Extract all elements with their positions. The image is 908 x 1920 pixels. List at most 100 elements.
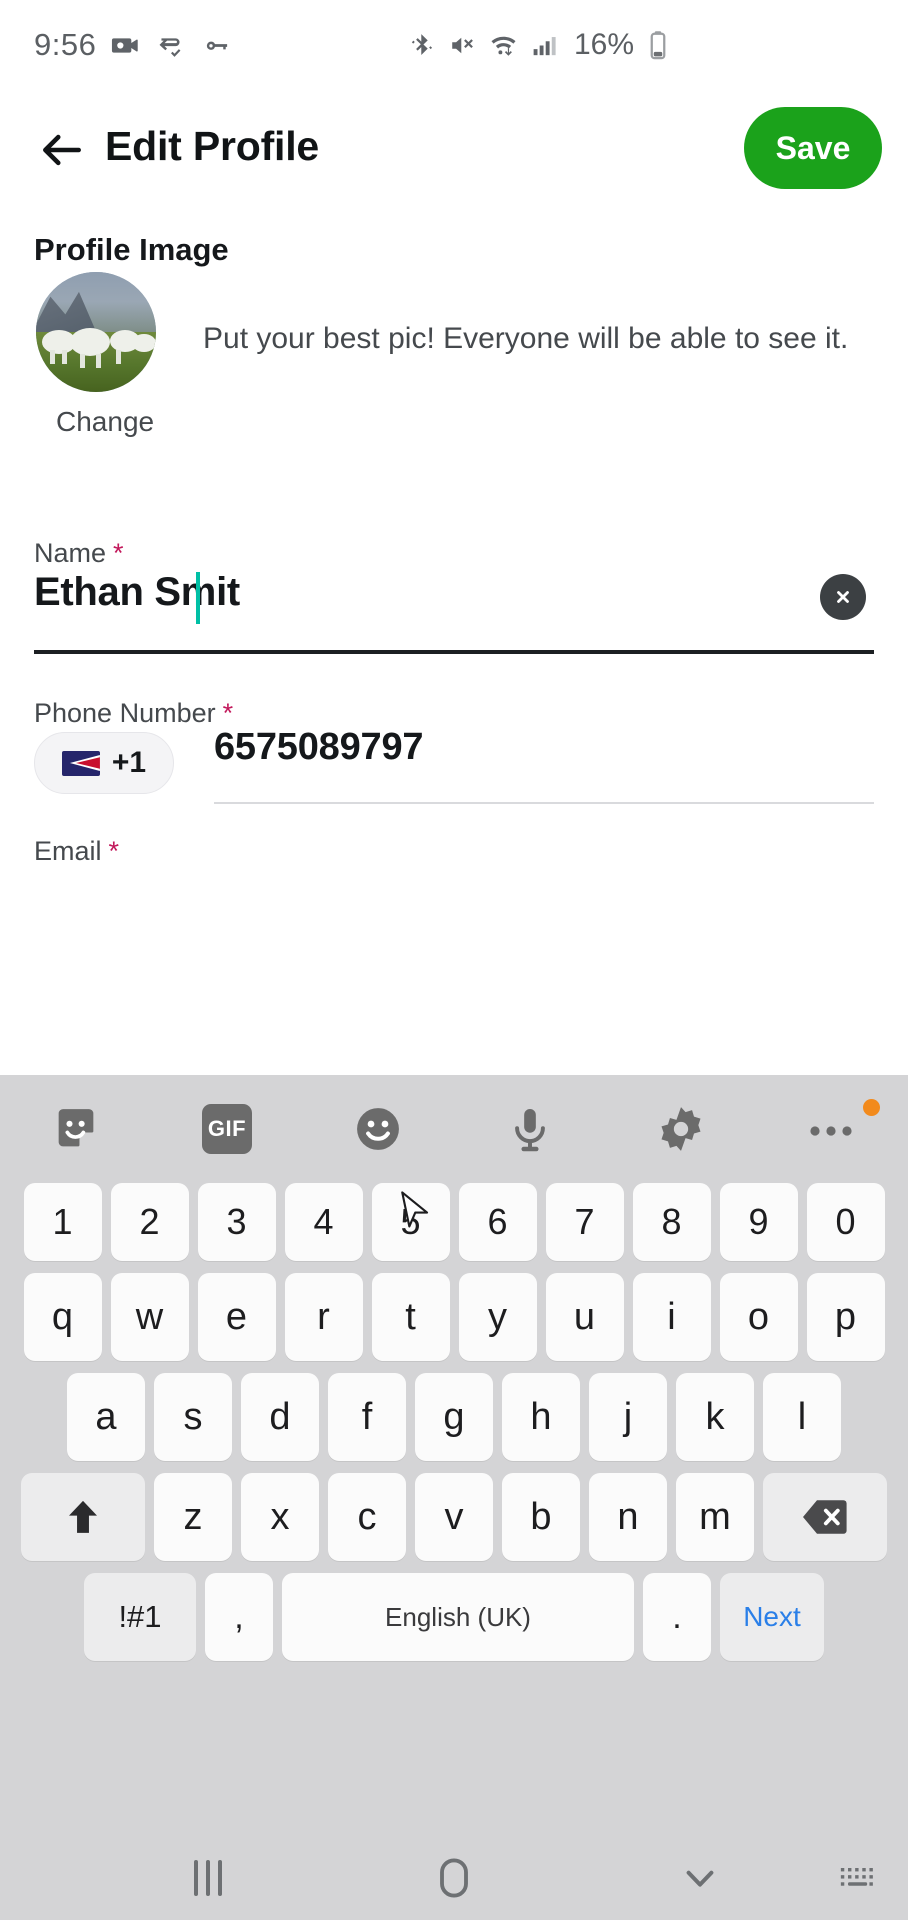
battery-percent: 16% [574, 28, 635, 61]
more-options-icon [810, 1126, 852, 1136]
key-c[interactable]: c [328, 1473, 406, 1561]
status-bar: 9:56 16% [0, 0, 908, 90]
key-4[interactable]: 4 [284, 1183, 363, 1261]
mouse-cursor [398, 1190, 432, 1241]
back-button[interactable] [30, 118, 94, 182]
keyboard-row-home: a s d f g h j k l [0, 1373, 908, 1461]
profile-image-hint: Put your best pic! Everyone will be able… [203, 322, 849, 355]
text-caret [196, 572, 200, 624]
status-bar-right: 16% [408, 0, 671, 90]
name-input[interactable]: Ethan Smit [34, 570, 874, 646]
key-p[interactable]: p [806, 1273, 885, 1361]
name-label: Name * [34, 538, 124, 569]
key-l[interactable]: l [763, 1373, 841, 1461]
key-9[interactable]: 9 [719, 1183, 798, 1261]
next-key[interactable]: Next [720, 1573, 824, 1661]
key-f[interactable]: f [328, 1373, 406, 1461]
key-w[interactable]: w [110, 1273, 189, 1361]
period-key[interactable]: . [643, 1573, 711, 1661]
more-options-button[interactable] [757, 1075, 908, 1183]
phone-number-input[interactable]: 6575089797 [214, 726, 424, 769]
email-label: Email * [34, 836, 119, 867]
space-key[interactable]: English (UK) [282, 1573, 634, 1661]
country-code-selector[interactable]: +1 [34, 732, 174, 794]
key-y[interactable]: y [458, 1273, 537, 1361]
key-3[interactable]: 3 [197, 1183, 276, 1261]
battery-icon [650, 31, 666, 60]
emoji-button[interactable] [303, 1075, 454, 1183]
name-required-mark: * [113, 538, 124, 568]
name-field-underline [34, 650, 874, 654]
sticker-icon [58, 1109, 93, 1147]
clear-circle-icon [837, 591, 849, 603]
key-1[interactable]: 1 [23, 1183, 102, 1261]
key-6[interactable]: 6 [458, 1183, 537, 1261]
key-t[interactable]: t [371, 1273, 450, 1361]
key-o[interactable]: o [719, 1273, 798, 1361]
shift-key[interactable] [21, 1473, 145, 1561]
microphone-icon [514, 1109, 545, 1152]
keyboard-switch-icon [840, 1867, 873, 1886]
home-icon [440, 1857, 468, 1898]
sticker-button[interactable] [0, 1075, 151, 1183]
key-x[interactable]: x [241, 1473, 319, 1561]
microphone-button[interactable] [454, 1075, 605, 1183]
recents-icon [194, 1859, 198, 1896]
phone-field-underline [214, 802, 874, 804]
key-v[interactable]: v [415, 1473, 493, 1561]
hide-keyboard-button[interactable] [660, 1835, 740, 1920]
backspace-key[interactable] [763, 1473, 887, 1561]
on-screen-keyboard: GIF 1 2 3 4 6 7 8 9 0 q w e r t y u i o … [0, 1075, 908, 1835]
volume-mute-icon [452, 37, 473, 53]
key-2[interactable]: 2 [110, 1183, 189, 1261]
keyboard-keys: 1 2 3 4 5 6 7 8 9 0 q w e r t y u i o [0, 1183, 908, 1673]
keyboard-row-space: !#1 , English (UK) . Next [0, 1573, 908, 1661]
key-8[interactable]: 8 [632, 1183, 711, 1261]
backspace-icon [803, 1500, 847, 1534]
keyboard-toolbar: GIF [0, 1075, 908, 1183]
avatar-sheep [132, 334, 156, 352]
gif-button[interactable]: GIF [151, 1075, 302, 1183]
key-g[interactable]: g [415, 1373, 493, 1461]
recents-button[interactable] [168, 1835, 248, 1920]
key-j[interactable]: j [589, 1373, 667, 1461]
avatar-wrapper[interactable] [36, 272, 156, 392]
key-n[interactable]: n [589, 1473, 667, 1561]
phone-required-mark: * [222, 698, 234, 728]
key-7[interactable]: 7 [545, 1183, 624, 1261]
change-photo-link[interactable]: Change [56, 406, 154, 438]
key-e[interactable]: e [197, 1273, 276, 1361]
key-s[interactable]: s [154, 1373, 232, 1461]
key-k[interactable]: k [676, 1373, 754, 1461]
key-z[interactable]: z [154, 1473, 232, 1561]
key-q[interactable]: q [23, 1273, 102, 1361]
shift-up-arrow-icon [69, 1500, 97, 1533]
key-0[interactable]: 0 [806, 1183, 885, 1261]
avatar-sheep-leg [96, 354, 101, 368]
gif-icon: GIF [201, 1104, 252, 1154]
key-a[interactable]: a [67, 1373, 145, 1461]
key-r[interactable]: r [284, 1273, 363, 1361]
notification-badge-dot [862, 1099, 880, 1116]
phone-label: Phone Number * [34, 698, 233, 729]
clear-name-button[interactable] [820, 574, 866, 620]
home-button[interactable] [414, 1835, 494, 1920]
avatar-sheep-leg [80, 354, 85, 368]
avatar[interactable] [36, 272, 156, 392]
key-b[interactable]: b [502, 1473, 580, 1561]
keyboard-switch-button[interactable] [818, 1835, 898, 1920]
save-button[interactable]: Save [744, 107, 882, 189]
settings-gear-icon [661, 1107, 701, 1151]
key-i[interactable]: i [632, 1273, 711, 1361]
key-d[interactable]: d [241, 1373, 319, 1461]
symbols-key[interactable]: !#1 [84, 1573, 196, 1661]
key-h[interactable]: h [502, 1373, 580, 1461]
keyboard-settings-button[interactable] [605, 1075, 756, 1183]
chevron-down-icon [686, 1870, 714, 1887]
avatar-sheep-leg [116, 350, 121, 364]
key-m[interactable]: m [676, 1473, 754, 1561]
system-nav-bar [0, 1835, 908, 1920]
email-required-mark: * [108, 836, 120, 866]
key-u[interactable]: u [545, 1273, 624, 1361]
comma-key[interactable]: , [205, 1573, 273, 1661]
